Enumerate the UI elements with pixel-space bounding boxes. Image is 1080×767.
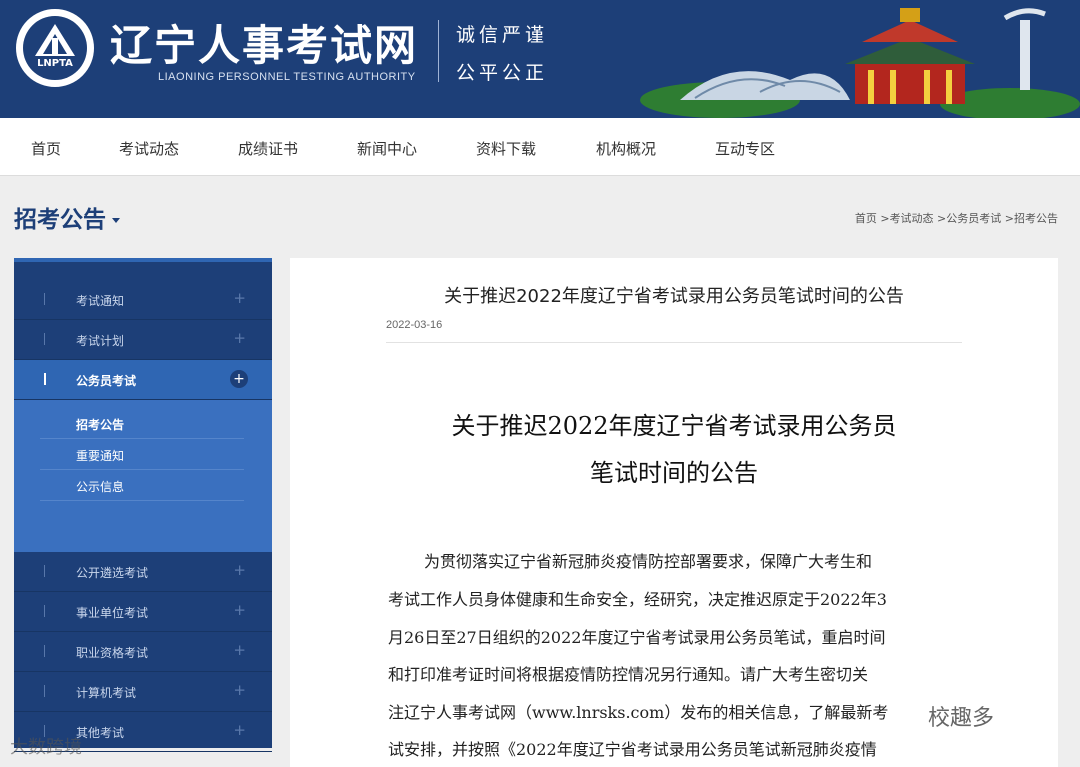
sidebar-item-exam-plans[interactable]: 考试计划 + bbox=[14, 320, 272, 360]
logo-text: LNPTA bbox=[37, 58, 73, 69]
sidebar-item-exam-notices[interactable]: 考试通知 + bbox=[14, 280, 272, 320]
landmark-illustration bbox=[640, 8, 1080, 118]
breadcrumb-item[interactable]: 公务员考试 bbox=[946, 212, 1001, 225]
site-subtitle: LIAONING PERSONNEL TESTING AUTHORITY bbox=[158, 71, 416, 83]
sidebar-item-bar bbox=[44, 685, 45, 697]
sidebar-item-bar bbox=[44, 605, 45, 617]
site-header: LNPTA 辽宁人事考试网 LIAONING PERSONNEL TESTING… bbox=[0, 0, 1080, 118]
nav-item-about[interactable]: 机构概况 bbox=[596, 138, 656, 159]
expand-plus-icon[interactable]: + bbox=[233, 681, 246, 699]
sidebar-item-open-selection[interactable]: 公开遴选考试 + bbox=[14, 552, 272, 592]
expand-plus-icon[interactable]: + bbox=[233, 721, 246, 739]
sidebar-item-public-institution[interactable]: 事业单位考试 + bbox=[14, 592, 272, 632]
sidebar-item-label: 公务员考试 bbox=[76, 374, 137, 388]
sidebar-item-civil-service[interactable]: 公务员考试 + bbox=[14, 360, 272, 400]
body-text-line: 和打印准考证时间将根据疫情防控情况另行通知。请广大考生密切关 bbox=[388, 665, 869, 684]
sidebar-item-label: 事业单位考试 bbox=[76, 606, 149, 620]
breadcrumb-separator: > bbox=[1001, 212, 1014, 225]
submenu-item-public-info[interactable]: 公示信息 bbox=[40, 470, 244, 501]
submenu-item-important-notices[interactable]: 重要通知 bbox=[40, 439, 244, 470]
nav-item-scores-certificates[interactable]: 成绩证书 bbox=[238, 138, 298, 159]
sidebar-item-bar bbox=[44, 565, 45, 577]
expand-plus-icon[interactable]: + bbox=[233, 601, 246, 619]
logo-emblem-icon: LNPTA bbox=[23, 16, 87, 80]
motto-line-2: 公平公正 bbox=[456, 62, 549, 84]
main-nav: 首页 考试动态 成绩证书 新闻中心 资料下载 机构概况 互动专区 bbox=[0, 118, 1080, 176]
sidebar-submenu: 招考公告 重要通知 公示信息 bbox=[14, 400, 272, 552]
sidebar-item-bar bbox=[44, 373, 46, 385]
expand-plus-icon[interactable]: + bbox=[233, 329, 246, 347]
section-title[interactable]: 招考公告 bbox=[14, 200, 120, 234]
nav-item-interaction[interactable]: 互动专区 bbox=[715, 138, 775, 159]
body-text-line: 注辽宁人事考试网（www.lnrsks.com）发布的相关信息，了解最新考 bbox=[388, 703, 889, 722]
nav-item-home[interactable]: 首页 bbox=[31, 138, 61, 159]
body-text-line: 月26日至27日组织的2022年度辽宁省考试录用公务员笔试，重启时间 bbox=[388, 628, 886, 647]
submenu-item-label: 公示信息 bbox=[76, 480, 125, 494]
breadcrumb-item[interactable]: 首页 bbox=[855, 212, 877, 225]
sidebar-item-professional-qualification[interactable]: 职业资格考试 + bbox=[14, 632, 272, 672]
site-logo[interactable]: LNPTA bbox=[16, 9, 94, 87]
motto-line-1: 诚信严谨 bbox=[456, 24, 549, 46]
body-text-line: 考试工作人员身体健康和生命安全，经研究，决定推迟原定于2022年3 bbox=[388, 590, 887, 609]
sidebar-item-label: 计算机考试 bbox=[76, 686, 137, 700]
submenu-item-label: 招考公告 bbox=[76, 418, 125, 432]
submenu-item-recruitment-notices[interactable]: 招考公告 bbox=[40, 408, 244, 439]
article-title: 关于推迟2022年度辽宁省考试录用公务员笔试时间的公告 bbox=[444, 286, 904, 307]
sidebar: 考试通知 + 考试计划 + 公务员考试 + 招考公告 重要通知 公示信息 公开遴… bbox=[14, 258, 272, 752]
breadcrumb-separator: > bbox=[876, 212, 890, 225]
watermark-left: 大数跨境 bbox=[10, 737, 82, 758]
sidebar-item-label: 职业资格考试 bbox=[76, 646, 149, 660]
document-title-line-2: 笔试时间的公告 bbox=[590, 459, 758, 487]
breadcrumb: 首页 >考试动态 >公务员考试 >招考公告 bbox=[855, 210, 1058, 226]
sidebar-item-label: 公开遴选考试 bbox=[76, 566, 149, 580]
body-text-line: 为贯彻落实辽宁省新冠肺炎疫情防控部署要求，保障广大考生和 bbox=[424, 552, 873, 571]
caret-down-icon bbox=[112, 218, 120, 223]
nav-item-news-center[interactable]: 新闻中心 bbox=[357, 138, 417, 159]
breadcrumb-item[interactable]: 考试动态 bbox=[890, 212, 934, 225]
nav-item-exam-news[interactable]: 考试动态 bbox=[119, 138, 179, 159]
sidebar-item-label: 其他考试 bbox=[76, 726, 125, 740]
expand-plus-icon[interactable]: + bbox=[233, 289, 246, 307]
sidebar-item-label: 考试计划 bbox=[76, 334, 125, 348]
article-date: 2022-03-16 bbox=[386, 319, 443, 331]
document-title-line-1: 关于推迟2022年度辽宁省考试录用公务员 bbox=[451, 412, 897, 440]
expand-plus-icon[interactable]: + bbox=[233, 641, 246, 659]
sidebar-item-bar bbox=[44, 293, 45, 305]
breadcrumb-item-current[interactable]: 招考公告 bbox=[1014, 212, 1058, 225]
header-divider bbox=[438, 20, 439, 82]
expand-plus-icon[interactable]: + bbox=[233, 561, 246, 579]
section-title-text: 招考公告 bbox=[14, 207, 106, 233]
article-panel: 关于推迟2022年度辽宁省考试录用公务员笔试时间的公告 2022-03-16 关… bbox=[290, 258, 1058, 767]
breadcrumb-separator: > bbox=[933, 212, 947, 225]
site-title[interactable]: 辽宁人事考试网 bbox=[110, 12, 418, 73]
article-divider bbox=[386, 342, 962, 343]
sidebar-item-label: 考试通知 bbox=[76, 294, 125, 308]
nav-item-downloads[interactable]: 资料下载 bbox=[476, 138, 536, 159]
watermark-right: 校趣多 bbox=[928, 706, 995, 731]
sidebar-item-bar bbox=[44, 333, 45, 345]
submenu-item-label: 重要通知 bbox=[76, 449, 125, 463]
sidebar-item-bar bbox=[44, 645, 45, 657]
body-text-line: 试安排，并按照《2022年度辽宁省考试录用公务员笔试新冠肺炎疫情 bbox=[388, 740, 877, 759]
expand-plus-circle-icon[interactable]: + bbox=[230, 370, 248, 388]
sidebar-item-computer-exam[interactable]: 计算机考试 + bbox=[14, 672, 272, 712]
